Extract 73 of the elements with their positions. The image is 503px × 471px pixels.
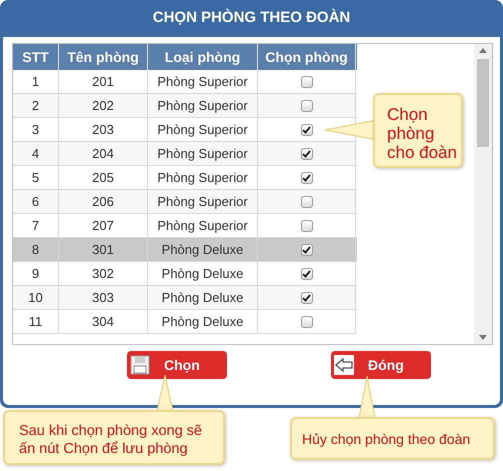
table-cell: Phòng Superior xyxy=(148,214,258,237)
check-icon xyxy=(302,150,311,158)
table-cell: 3 xyxy=(13,118,59,141)
table-row[interactable]: 5 205 Phòng Superior xyxy=(13,166,357,190)
table-row[interactable]: 2 202 Phòng Superior xyxy=(13,94,357,118)
checkbox[interactable] xyxy=(300,268,312,280)
table-cell: 205 xyxy=(59,166,148,189)
table-cell: 301 xyxy=(59,238,148,261)
table-cell: 201 xyxy=(59,70,148,93)
callout-note: Chọn phòng cho đoàn xyxy=(373,93,463,168)
callout-pointer xyxy=(359,376,375,419)
table-cell: 206 xyxy=(59,190,148,213)
table-cell: Phòng Deluxe xyxy=(148,286,258,309)
table-cell: 204 xyxy=(59,142,148,165)
table-row[interactable]: 4 204 Phòng Superior xyxy=(13,142,357,166)
callout-pointer xyxy=(157,375,173,412)
table-cell: 302 xyxy=(59,262,148,285)
table-cell: 203 xyxy=(59,118,148,141)
checkbox[interactable] xyxy=(300,76,312,88)
table-row[interactable]: 1 201 Phòng Superior xyxy=(13,70,357,94)
table-cell: 207 xyxy=(59,214,148,237)
checkbox[interactable] xyxy=(300,220,312,232)
scroll-thumb[interactable] xyxy=(477,59,489,147)
table-cell: Phòng Superior xyxy=(148,118,258,141)
table-row[interactable]: 11 304 Phòng Deluxe xyxy=(13,310,357,334)
checkbox[interactable] xyxy=(300,244,312,256)
checkbox[interactable] xyxy=(300,316,312,328)
table-cell: 10 xyxy=(13,286,59,309)
back-arrow-icon xyxy=(334,355,354,375)
table-cell: 202 xyxy=(59,94,148,117)
table-cell: 5 xyxy=(13,166,59,189)
dialog-title: CHỌN PHÒNG THEO ĐOÀN xyxy=(152,8,352,28)
table-cell: 8 xyxy=(13,238,59,261)
checkbox[interactable] xyxy=(300,172,312,184)
scroll-down-icon[interactable] xyxy=(479,335,487,340)
table-cell: 1 xyxy=(13,70,59,93)
check-icon xyxy=(302,126,311,134)
table-row[interactable]: 9 302 Phòng Deluxe xyxy=(13,262,357,286)
checkbox[interactable] xyxy=(300,100,312,112)
table-cell: Phòng Superior xyxy=(148,166,258,189)
checkbox[interactable] xyxy=(300,196,312,208)
table-row[interactable]: 10 303 Phòng Deluxe xyxy=(13,286,357,310)
table-cell: Phòng Deluxe xyxy=(148,262,258,285)
table-row[interactable]: 7 207 Phòng Superior xyxy=(13,214,357,238)
table-cell: 11 xyxy=(13,310,59,333)
checkbox[interactable] xyxy=(300,292,312,304)
checkbox[interactable] xyxy=(300,124,312,136)
table-cell: Phòng Deluxe xyxy=(148,238,258,261)
table-cell: Phòng Superior xyxy=(148,70,258,93)
table-row[interactable]: 8 301 Phòng Deluxe xyxy=(13,238,357,262)
callout-note: Sau khi chọn phòng xong sẽ ấn nút Chọn để lưu phòng xyxy=(3,410,225,465)
table-cell: Phòng Superior xyxy=(148,94,258,117)
table-cell: 4 xyxy=(13,142,59,165)
table-cell: Phòng Superior xyxy=(148,190,258,213)
table-cell: 2 xyxy=(13,94,59,117)
table-cell: Phòng Superior xyxy=(148,142,258,165)
checkbox[interactable] xyxy=(300,148,312,160)
close-button[interactable]: Đóng xyxy=(331,351,431,379)
table-cell: 6 xyxy=(13,190,59,213)
table-cell: 9 xyxy=(13,262,59,285)
table-cell: 303 xyxy=(59,286,148,309)
check-icon xyxy=(302,246,311,254)
check-icon xyxy=(302,270,311,278)
scroll-up-icon[interactable] xyxy=(479,48,487,53)
check-icon xyxy=(302,174,311,182)
table-cell: 304 xyxy=(59,310,148,333)
table-row[interactable]: 6 206 Phòng Superior xyxy=(13,190,357,214)
table-cell: Phòng Deluxe xyxy=(148,310,258,333)
table-cell: 7 xyxy=(13,214,59,237)
callout-note: Hủy chọn phòng theo đoàn xyxy=(290,417,495,460)
check-icon xyxy=(302,294,311,302)
scrollbar[interactable] xyxy=(474,44,492,344)
save-button[interactable]: Chọn xyxy=(127,351,227,379)
